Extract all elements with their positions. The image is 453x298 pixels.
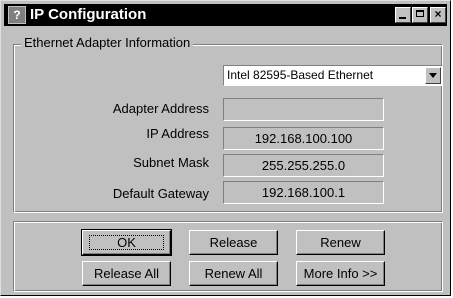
ip-address-field: 192.168.100.100 xyxy=(223,127,384,150)
chevron-down-icon xyxy=(429,73,437,78)
minimize-icon xyxy=(399,17,406,19)
window-title: IP Configuration xyxy=(30,6,147,23)
ip-address-label: IP Address xyxy=(146,126,209,141)
close-button[interactable]: × xyxy=(430,7,446,23)
release-all-button[interactable]: Release All xyxy=(82,261,171,286)
ok-button[interactable]: OK xyxy=(81,229,172,256)
release-all-button-label: Release All xyxy=(93,266,160,281)
title-bar[interactable]: ? IP Configuration × xyxy=(4,4,447,26)
help-icon[interactable]: ? xyxy=(8,6,26,24)
default-gateway-field: 192.168.100.1 xyxy=(223,181,384,204)
close-icon: × xyxy=(434,7,442,21)
renew-all-button-label: Renew All xyxy=(204,266,263,281)
maximize-button[interactable] xyxy=(412,7,428,23)
adapter-address-field xyxy=(223,98,384,121)
release-button[interactable]: Release xyxy=(189,230,278,255)
adapter-select[interactable]: Intel 82595-Based Ethernet xyxy=(223,65,443,86)
adapter-address-label: Adapter Address xyxy=(112,101,209,116)
more-info-button[interactable]: More Info >> xyxy=(296,261,385,286)
default-gateway-label: Default Gateway xyxy=(112,186,209,201)
more-info-button-label: More Info >> xyxy=(303,266,378,281)
minimize-button[interactable] xyxy=(395,7,411,23)
renew-all-button[interactable]: Renew All xyxy=(189,261,278,286)
release-button-label: Release xyxy=(209,235,258,250)
ok-button-label: OK xyxy=(117,235,136,250)
maximize-icon xyxy=(416,10,424,17)
adapter-group-legend: Ethernet Adapter Information xyxy=(21,35,194,51)
renew-button-label: Renew xyxy=(320,235,361,250)
ip-configuration-window: ? IP Configuration × Ethernet Adapter In… xyxy=(0,0,451,296)
renew-button[interactable]: Renew xyxy=(296,230,385,255)
subnet-mask-label: Subnet Mask xyxy=(133,155,209,170)
adapter-select-value: Intel 82595-Based Ethernet xyxy=(227,68,374,82)
subnet-mask-field: 255.255.255.0 xyxy=(223,154,384,177)
dropdown-button[interactable] xyxy=(425,67,441,84)
